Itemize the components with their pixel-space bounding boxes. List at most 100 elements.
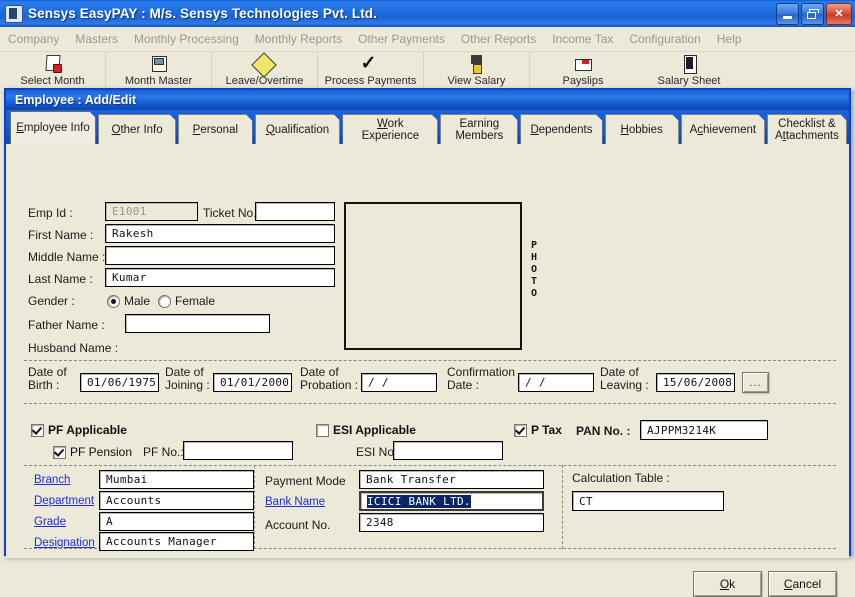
tab-personal[interactable]: Personal [178,114,252,144]
designation-value: Accounts Manager [106,535,217,548]
ticket-no-label: Ticket No.: [203,206,260,220]
payment-mode-input[interactable]: Bank Transfer [359,470,544,489]
father-name-input[interactable] [125,314,270,333]
toolbar-label: View Salary [447,75,506,87]
tab-strip: EEmployee Infomployee Info Other Info Pe… [6,110,849,144]
esi-applicable-checkbox[interactable]: ESI Applicable [316,423,416,437]
designation-input[interactable]: Accounts Manager [99,532,254,551]
tab-work-experience[interactable]: Work Experience [342,114,438,144]
confirmation-input[interactable]: / / [518,373,594,392]
p-tax-checkbox[interactable]: P Tax [514,423,562,437]
menu-item-other-payments[interactable]: Other Payments [350,30,453,48]
emp-id-field: E1001 [105,202,198,221]
radio-dot-icon [158,294,171,308]
tab-earning-members[interactable]: Earning Members [440,114,518,144]
payslip-icon [573,54,593,74]
confirmation-label: Confirmation Date : [447,366,515,392]
last-name-input[interactable]: Kumar [105,268,335,287]
esi-no-input[interactable] [393,441,503,460]
tab-achievement[interactable]: Achievement [681,114,765,144]
menu-item-configuration[interactable]: Configuration [621,30,708,48]
tab-dependents[interactable]: Dependents [520,114,602,144]
separator-statutory-bottom [24,465,836,466]
husband-name-label: Husband Name : [28,341,119,355]
doj-input[interactable]: 01/01/2000 [213,373,292,392]
branch-value: Mumbai [106,473,148,486]
gender-radio-male[interactable]: Male [107,294,150,308]
leaving-value: 15/06/2008 [663,376,733,389]
confirmation-value: / / [525,376,546,389]
toolbar-button-payslips[interactable]: Payslips [530,52,636,92]
designation-link[interactable]: Designation [34,537,95,549]
probation-label-line1: Date of [300,365,339,379]
first-name-input[interactable]: Rakesh [105,224,335,243]
dob-input[interactable]: 01/06/1975 [80,373,159,392]
dob-label-line2: Birth : [28,378,60,392]
minimize-icon[interactable] [776,3,799,25]
close-icon[interactable]: ✕ [826,3,852,25]
menu-item-masters[interactable]: Masters [67,30,126,48]
tab-qualification[interactable]: Qualification [255,114,341,144]
pf-pension-label: PF Pension [70,445,133,459]
probation-input[interactable]: / / [361,373,437,392]
menu-item-other-reports[interactable]: Other Reports [453,30,544,48]
middle-name-input[interactable] [105,246,335,265]
branch-input[interactable]: Mumbai [99,470,254,489]
photo-box[interactable] [344,202,522,350]
leaving-input[interactable]: 15/06/2008 [656,373,735,392]
first-name-value: Rakesh [112,227,154,240]
leaving-browse-button[interactable]: ... [742,372,769,393]
leaving-browse-label: ... [749,376,762,389]
toolbar-button-leave-overtime[interactable]: Leave/Overtime [212,52,318,92]
payment-mode-label: Payment Mode [265,474,346,488]
department-input[interactable]: Accounts [99,491,254,510]
leaving-label: Date of Leaving : [600,366,649,392]
bank-name-link[interactable]: Bank Name [265,496,325,508]
account-no-input[interactable]: 2348 [359,513,544,532]
emp-id-value: E1001 [112,205,147,218]
calculation-table-input[interactable]: CT [572,491,724,511]
doj-value: 01/01/2000 [220,376,290,389]
toolbar-button-view-salary[interactable]: View Salary [424,52,530,92]
gender-radio-female[interactable]: Female [158,294,215,308]
middle-name-label: Middle Name : [28,250,106,264]
checkbox-icon [53,445,66,459]
menu-item-monthly-reports[interactable]: Monthly Reports [247,30,350,48]
doj-label-line2: Joining : [165,378,210,392]
last-name-value: Kumar [112,271,147,284]
separator-payment-calc [562,465,563,549]
pan-no-input[interactable]: AJPPM3214K [640,420,768,440]
grade-link[interactable]: Grade [34,516,66,528]
menu-item-monthly-processing[interactable]: Monthly Processing [126,30,247,48]
tab-employee-info[interactable]: EEmployee Infomployee Info [10,111,96,144]
bank-name-input[interactable]: ICICI BANK LTD. [359,491,544,511]
window-buttons: ✕ [776,3,852,25]
account-no-value: 2348 [366,516,394,529]
toolbar-button-month-master[interactable]: Month Master [106,52,212,92]
ticket-no-input[interactable] [255,202,335,221]
menu-item-income-tax[interactable]: Income Tax [544,30,621,48]
branch-link[interactable]: Branch [34,474,70,486]
toolbar-button-salary-sheet[interactable]: Salary Sheet [636,52,742,92]
menu-item-company[interactable]: Company [0,30,67,48]
department-link[interactable]: Department [34,495,94,507]
tab-checklist-attachments[interactable]: Checklist & Attachments [767,114,847,144]
toolbar-button-select-month[interactable]: Select Month [0,52,106,92]
menu-item-help[interactable]: Help [709,30,750,48]
tab-hobbies[interactable]: Hobbies [605,114,679,144]
grade-input[interactable]: A [99,512,254,531]
esi-applicable-label: ESI Applicable [333,423,416,437]
tab-other-info[interactable]: Other Info [98,114,176,144]
toolbar: Select Month Month Master Leave/Overtime… [0,52,855,93]
ok-button[interactable]: Ok [693,571,762,597]
pf-pension-checkbox[interactable]: PF Pension [53,445,132,459]
cancel-button[interactable]: Cancel [768,571,837,597]
dialog-titlebar: Employee : Add/Edit [6,90,849,110]
checkbox-icon [514,423,527,437]
restore-icon[interactable] [801,3,824,25]
pf-no-input[interactable] [183,441,293,460]
checkbox-icon [31,423,44,437]
toolbar-button-process-payments[interactable]: ✓ Process Payments [318,52,424,92]
probation-label: Date of Probation : [300,366,358,392]
pf-applicable-checkbox[interactable]: PF Applicable [31,423,127,437]
